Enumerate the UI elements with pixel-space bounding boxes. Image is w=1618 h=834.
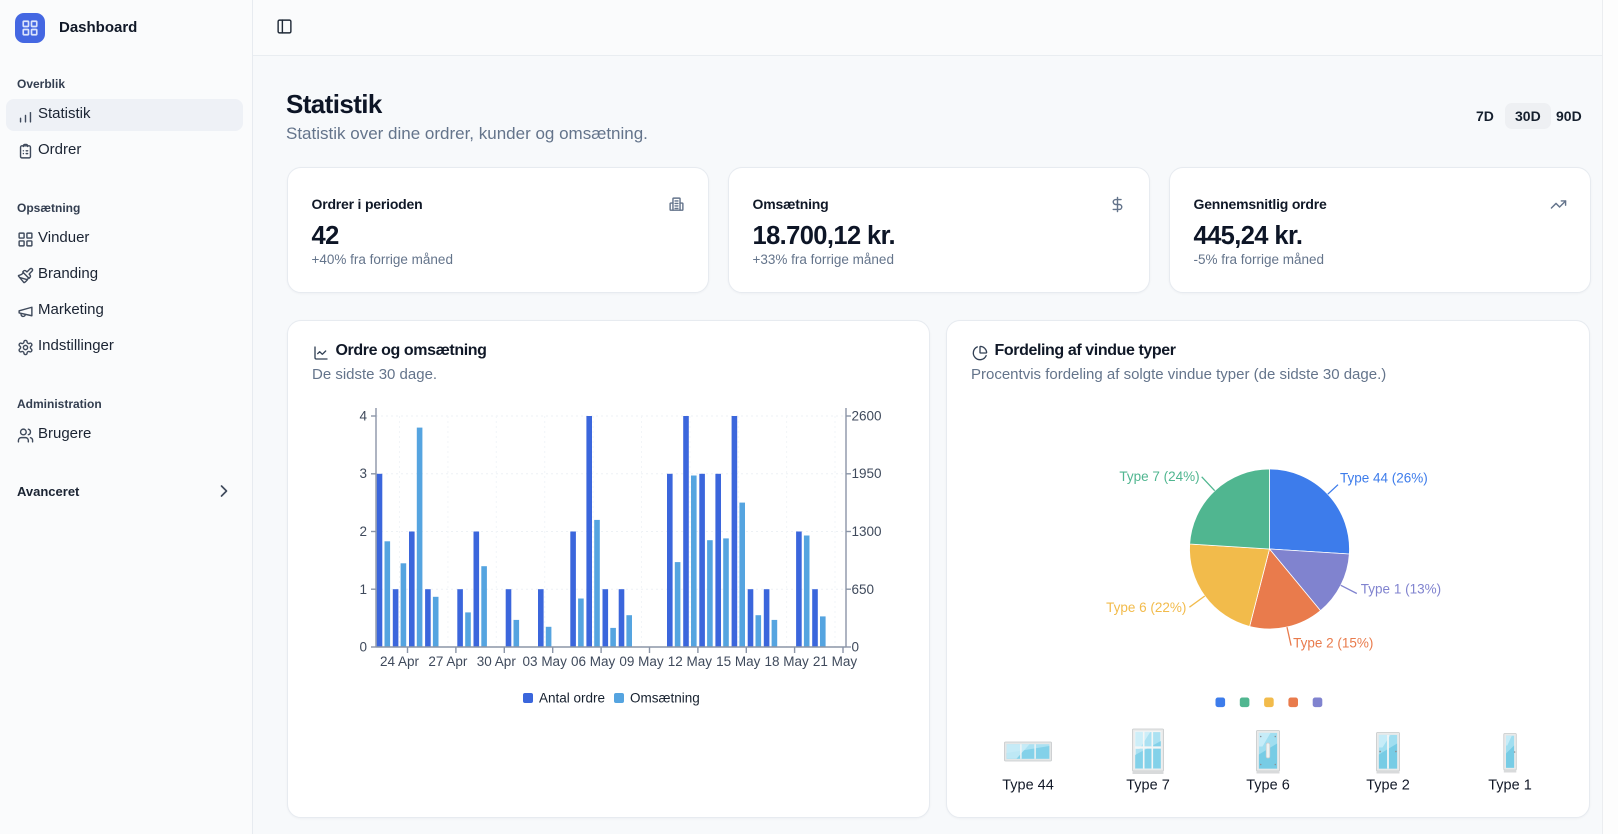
svg-text:30 Apr: 30 Apr xyxy=(477,654,517,669)
svg-text:15 May: 15 May xyxy=(716,654,761,669)
svg-text:Type 7 (24%): Type 7 (24%) xyxy=(1119,469,1199,484)
svg-text:Type 6 (22%): Type 6 (22%) xyxy=(1106,600,1186,615)
svg-text:Type 1 (13%): Type 1 (13%) xyxy=(1361,582,1441,597)
svg-text:1300: 1300 xyxy=(852,524,882,539)
svg-text:Type 44 (26%): Type 44 (26%) xyxy=(1340,471,1428,486)
svg-text:0: 0 xyxy=(359,640,367,655)
svg-text:Type 1: Type 1 xyxy=(1488,778,1532,794)
svg-text:12 May: 12 May xyxy=(668,654,713,669)
svg-text:24 Apr: 24 Apr xyxy=(380,654,420,669)
svg-text:18 May: 18 May xyxy=(764,654,809,669)
svg-text:21 May: 21 May xyxy=(813,654,858,669)
svg-text:2600: 2600 xyxy=(852,409,882,424)
svg-text:650: 650 xyxy=(852,582,875,597)
svg-text:03 May: 03 May xyxy=(523,654,568,669)
svg-text:Type 44: Type 44 xyxy=(1002,778,1054,794)
svg-text:09 May: 09 May xyxy=(619,654,664,669)
svg-text:1: 1 xyxy=(359,582,367,597)
svg-text:4: 4 xyxy=(359,409,367,424)
svg-text:Type 6: Type 6 xyxy=(1246,778,1290,794)
svg-text:Omsætning: Omsætning xyxy=(630,691,700,706)
svg-text:06 May: 06 May xyxy=(571,654,616,669)
svg-text:Antal ordre: Antal ordre xyxy=(539,691,605,706)
svg-text:27 Apr: 27 Apr xyxy=(428,654,468,669)
svg-text:Type 2: Type 2 xyxy=(1366,778,1410,794)
svg-text:Type 7: Type 7 xyxy=(1126,778,1170,794)
svg-text:2: 2 xyxy=(359,524,367,539)
svg-text:0: 0 xyxy=(852,640,860,655)
svg-text:Type 2 (15%): Type 2 (15%) xyxy=(1293,636,1373,651)
svg-text:1950: 1950 xyxy=(852,466,882,481)
svg-text:3: 3 xyxy=(359,466,367,481)
